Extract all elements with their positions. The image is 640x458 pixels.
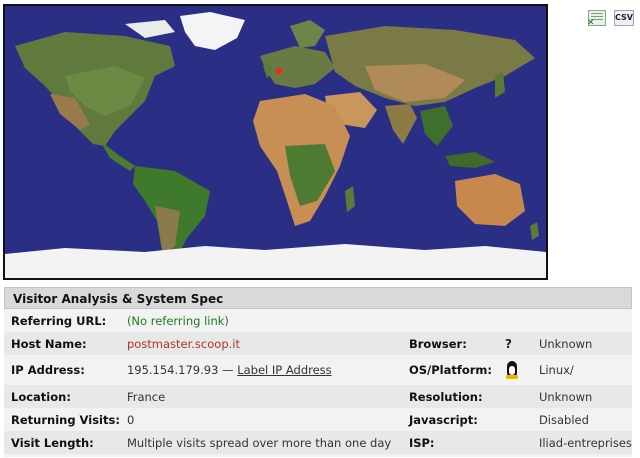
javascript-value: Disabled — [538, 412, 589, 427]
table-row: Referring URL: (No referring link) — [4, 309, 632, 332]
visitor-analysis-panel: Visitor Analysis & System Spec Referring… — [4, 287, 632, 457]
returning-visits-label: Returning Visits: — [11, 412, 120, 427]
excel-export-icon[interactable] — [587, 10, 606, 28]
ip-address-cell: 195.154.179.93 — Label IP Address — [120, 355, 402, 385]
table-row: Returning Visits: 0 Javascript: Disabled — [4, 408, 632, 431]
location-label: Location: — [4, 385, 120, 408]
browser-value: Unknown — [531, 332, 632, 355]
table-row: IP Address: 195.154.179.93 — Label IP Ad… — [4, 355, 632, 385]
export-toolbar: CSV — [587, 10, 634, 28]
isp-value: Iliad-entreprises — [531, 431, 632, 454]
visitor-info-table: Referring URL: (No referring link) Host … — [4, 309, 632, 454]
visit-length-value: Multiple visits spread over more than on… — [119, 431, 402, 454]
referring-url-value: (No referring link) — [126, 313, 229, 328]
table-row: Visit Length: Multiple visits spread ove… — [4, 431, 632, 454]
panel-title: Visitor Analysis & System Spec — [4, 287, 632, 309]
table-row: Location: France Resolution: Unknown — [4, 385, 632, 408]
isp-label: ISP: — [401, 431, 498, 454]
world-map — [3, 4, 548, 280]
unknown-browser-icon: ? — [497, 332, 532, 355]
javascript-label: Javascript: — [408, 412, 478, 427]
resolution-label: Resolution: — [401, 385, 498, 408]
ip-address-value: 195.154.179.93 — [126, 363, 219, 377]
host-name-value: postmaster.scoop.it — [119, 332, 402, 355]
resolution-value: Unknown — [531, 385, 632, 408]
referring-url-label: Referring URL: — [11, 313, 107, 328]
penguin-icon — [505, 359, 519, 379]
browser-label: Browser: — [401, 332, 498, 355]
os-platform-label: OS/Platform: — [408, 363, 492, 377]
ip-separator: — — [222, 363, 234, 377]
visit-length-label: Visit Length: — [4, 431, 120, 454]
world-map-graphic — [5, 6, 546, 278]
location-value: France — [119, 385, 402, 408]
ip-address-label: IP Address: — [11, 363, 85, 377]
table-row: Host Name: postmaster.scoop.it Browser: … — [4, 332, 632, 355]
os-platform-value: Linux/ — [538, 363, 574, 377]
returning-visits-value: 0 — [126, 412, 135, 427]
csv-export-icon[interactable]: CSV — [614, 10, 634, 26]
location-marker — [276, 68, 282, 74]
host-name-label: Host Name: — [4, 332, 120, 355]
label-ip-address-link[interactable]: Label IP Address — [237, 363, 331, 377]
os-icon-cell — [498, 355, 532, 385]
